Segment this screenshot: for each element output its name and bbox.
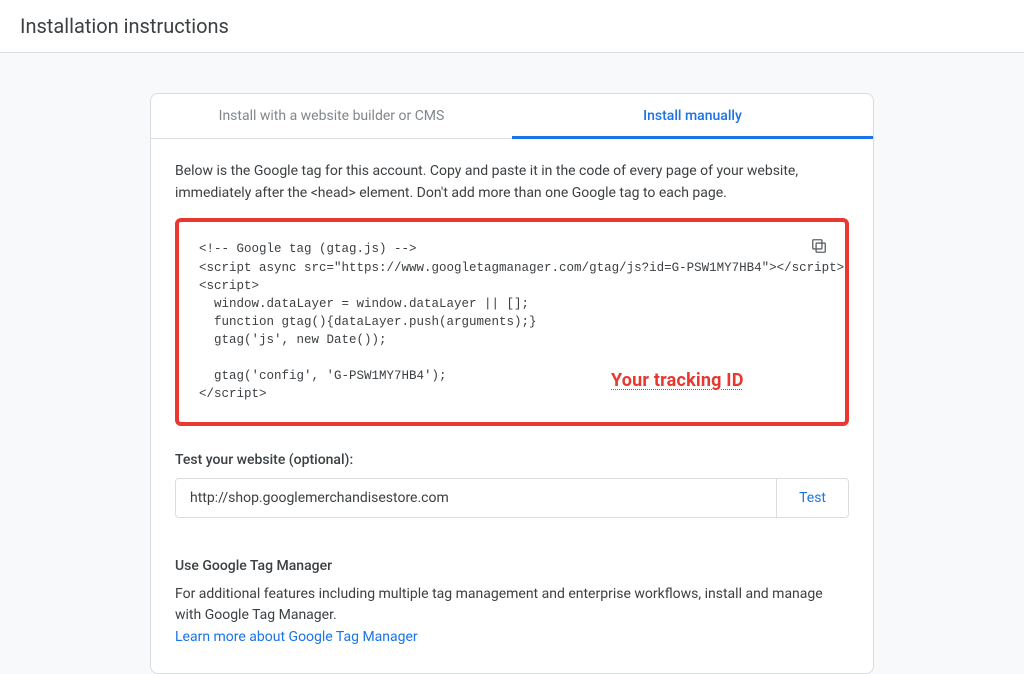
gtm-learn-more-link[interactable]: Learn more about Google Tag Manager (175, 629, 418, 645)
instruction-text: Below is the Google tag for this account… (175, 161, 849, 204)
gtm-heading: Use Google Tag Manager (175, 558, 849, 574)
test-label: Test your website (optional): (175, 452, 849, 468)
install-tabs: Install with a website builder or CMS In… (151, 94, 873, 139)
test-button[interactable]: Test (776, 479, 848, 517)
copy-icon (809, 236, 829, 256)
page-title: Installation instructions (20, 14, 229, 38)
tab-website-builder[interactable]: Install with a website builder or CMS (151, 94, 512, 138)
gtm-description: For additional features including multip… (175, 584, 849, 649)
test-url-input[interactable] (176, 479, 776, 517)
code-block-highlight: <!-- Google tag (gtag.js) --> <script as… (175, 218, 849, 425)
tab-install-manually[interactable]: Install manually (512, 94, 873, 138)
gtm-text-body: For additional features including multip… (175, 586, 823, 624)
tab-content: Below is the Google tag for this account… (151, 139, 873, 673)
google-tag-code[interactable]: <!-- Google tag (gtag.js) --> <script as… (179, 222, 845, 421)
test-website-row: Test (175, 478, 849, 518)
page-header: Installation instructions (0, 0, 1024, 53)
install-card: Install with a website builder or CMS In… (150, 93, 874, 674)
copy-button[interactable] (809, 236, 831, 258)
